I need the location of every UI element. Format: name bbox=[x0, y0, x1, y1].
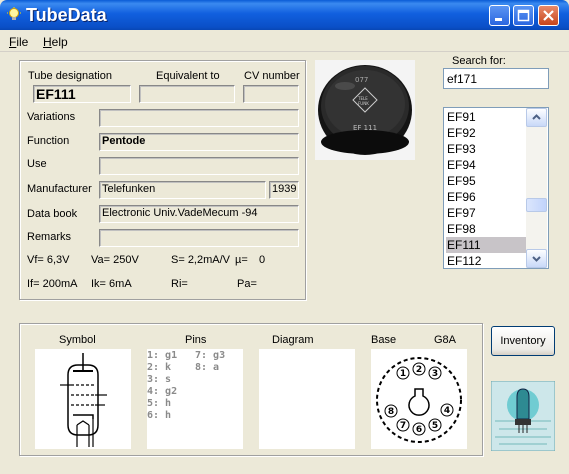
menu-help-label: elp bbox=[51, 35, 68, 49]
databook-field[interactable]: Electronic Univ.VadeMecum -94 bbox=[99, 205, 299, 223]
maximize-icon bbox=[517, 9, 530, 22]
remarks-label: Remarks bbox=[27, 231, 72, 243]
list-item[interactable]: EF96 bbox=[446, 189, 528, 205]
list-item[interactable]: EF91 bbox=[446, 109, 528, 125]
minimize-icon bbox=[495, 18, 502, 21]
menu-bar: File Help bbox=[0, 30, 569, 52]
param-ik: Ik= 6mA bbox=[91, 278, 132, 290]
equivalent-header: Equivalent to bbox=[156, 70, 220, 82]
menu-file[interactable]: File bbox=[9, 35, 28, 49]
tube-logo-icon bbox=[490, 380, 556, 452]
svg-text:5: 5 bbox=[432, 421, 438, 431]
databook-label: Data book bbox=[27, 208, 78, 220]
param-pa: Pa= bbox=[237, 278, 257, 290]
pins-label: Pins bbox=[185, 334, 207, 346]
year-field[interactable]: 1939 bbox=[269, 181, 299, 199]
lightbulb-icon bbox=[7, 7, 21, 20]
remarks-field[interactable] bbox=[99, 229, 299, 247]
param-if: If= 200mA bbox=[27, 278, 78, 290]
menu-help-accel: H bbox=[43, 35, 52, 49]
list-item-selected[interactable]: EF111 bbox=[446, 237, 528, 253]
base-diagram-image: 1 2 3 4 5 6 7 8 bbox=[371, 349, 467, 449]
list-item[interactable]: EF92 bbox=[446, 125, 528, 141]
diagram-box bbox=[259, 349, 355, 449]
menu-help[interactable]: Help bbox=[43, 35, 68, 49]
base-type-label: G8A bbox=[434, 334, 457, 346]
function-field[interactable]: Pentode bbox=[99, 133, 299, 151]
list-scrollbar[interactable] bbox=[526, 108, 547, 268]
svg-text:8: 8 bbox=[388, 407, 394, 417]
close-button[interactable] bbox=[538, 5, 559, 26]
pentode-symbol-icon bbox=[60, 353, 107, 447]
list-item[interactable]: EF112 bbox=[446, 253, 528, 268]
scroll-down-button[interactable] bbox=[526, 249, 547, 268]
svg-text:FUNK: FUNK bbox=[358, 101, 369, 106]
window-title: TubeData bbox=[26, 5, 107, 25]
chevron-up-icon bbox=[532, 114, 541, 120]
pins-list-column-1: 1: g1 2: k 3: s 4: g2 5: h 6: h bbox=[147, 350, 178, 421]
pins-box: 1: g1 2: k 3: s 4: g2 5: h 6: h 7: g3 8:… bbox=[147, 349, 243, 449]
list-item[interactable]: EF95 bbox=[446, 173, 528, 189]
svg-text:7: 7 bbox=[400, 421, 406, 431]
designation-header: Tube designation bbox=[28, 70, 112, 82]
scroll-up-button[interactable] bbox=[526, 108, 547, 127]
search-input[interactable] bbox=[443, 68, 549, 89]
use-label: Use bbox=[27, 158, 47, 170]
list-item[interactable]: EF93 bbox=[446, 141, 528, 157]
title-bar[interactable]: TubeData bbox=[0, 0, 569, 30]
svg-text:2: 2 bbox=[416, 365, 422, 375]
cv-header: CV number bbox=[244, 70, 300, 82]
minimize-button[interactable] bbox=[489, 5, 510, 26]
tube-top-photo-image: 077 TELE FUNK EF 111 bbox=[315, 60, 415, 160]
manufacturer-label: Manufacturer bbox=[27, 183, 92, 195]
param-ri: Ri= bbox=[171, 278, 188, 290]
svg-text:077: 077 bbox=[355, 76, 368, 84]
inventory-button[interactable]: Inventory bbox=[491, 326, 555, 356]
tube-photo: 077 TELE FUNK EF 111 bbox=[315, 60, 415, 160]
list-item[interactable]: EF98 bbox=[446, 221, 528, 237]
list-item[interactable]: EF97 bbox=[446, 205, 528, 221]
close-icon bbox=[543, 10, 554, 21]
app-logo bbox=[490, 380, 556, 452]
param-mu-value: 0 bbox=[259, 254, 266, 266]
svg-text:6: 6 bbox=[416, 425, 422, 435]
param-vf: Vf= 6,3V bbox=[27, 254, 70, 266]
use-field[interactable] bbox=[99, 157, 299, 175]
cv-field[interactable] bbox=[243, 85, 299, 103]
symbol-label: Symbol bbox=[59, 334, 96, 346]
svg-text:4: 4 bbox=[444, 406, 450, 416]
pins-list-column-2: 7: g3 8: a bbox=[195, 350, 226, 373]
param-s: S= 2,2mA/V bbox=[171, 254, 231, 266]
search-label: Search for: bbox=[452, 55, 506, 67]
diagram-label: Diagram bbox=[272, 334, 314, 346]
manufacturer-field[interactable]: Telefunken bbox=[99, 181, 266, 199]
function-label: Function bbox=[27, 135, 70, 147]
svg-text:3: 3 bbox=[432, 369, 438, 379]
menu-file-label: ile bbox=[16, 35, 29, 49]
variations-field[interactable] bbox=[99, 109, 299, 127]
symbol-image bbox=[35, 349, 131, 449]
designation-field[interactable]: EF111 bbox=[33, 85, 131, 103]
scroll-thumb[interactable] bbox=[526, 198, 547, 212]
param-mu: µ= bbox=[235, 254, 248, 266]
list-item[interactable]: EF94 bbox=[446, 157, 528, 173]
equivalent-field[interactable] bbox=[139, 85, 235, 103]
svg-text:1: 1 bbox=[400, 369, 406, 379]
variations-label: Variations bbox=[27, 111, 76, 123]
param-va: Va= 250V bbox=[91, 254, 139, 266]
base-label: Base bbox=[371, 334, 397, 346]
chevron-down-icon bbox=[532, 256, 541, 262]
maximize-button[interactable] bbox=[513, 5, 534, 26]
octal-base-icon: 1 2 3 4 5 6 7 8 bbox=[376, 357, 462, 443]
